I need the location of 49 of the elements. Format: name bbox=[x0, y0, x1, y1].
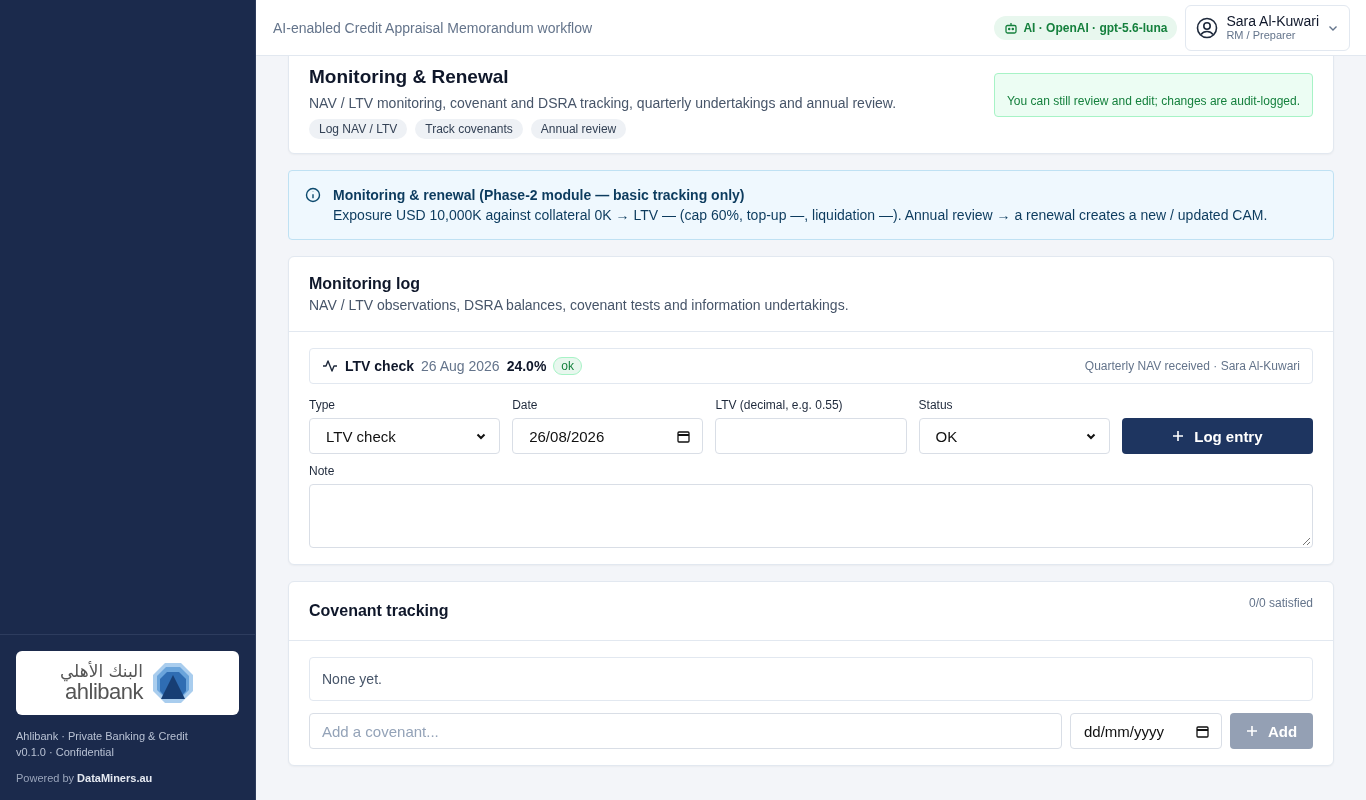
entry-note: Quarterly NAV received · Sara Al-Kuwari bbox=[1084, 359, 1300, 373]
resize-grip-icon bbox=[1303, 538, 1310, 545]
note-field[interactable] bbox=[309, 484, 1313, 548]
robot-icon bbox=[1004, 20, 1019, 35]
logo-wordmark: ahlibank bbox=[65, 681, 144, 703]
empty-state: None yet. bbox=[309, 657, 1313, 701]
version-line: v0.1.0 · Confidential bbox=[16, 745, 115, 760]
info-icon bbox=[305, 187, 321, 203]
user-icon bbox=[1196, 16, 1219, 39]
date-field[interactable]: dd/mm/yyyy bbox=[1070, 713, 1222, 749]
date-field[interactable]: 26/08/2026 bbox=[512, 418, 704, 454]
audit-notice: You can still review and edit; changes are audit-logged. bbox=[993, 73, 1313, 117]
section-title: Monitoring log bbox=[309, 275, 422, 293]
info-title: Monitoring & renewal (Phase-2 module — basic tracking only) bbox=[333, 186, 746, 205]
powered-by-text: Powered by bbox=[16, 772, 75, 784]
calendar-icon bbox=[677, 429, 691, 443]
select-field[interactable]: OK bbox=[918, 418, 1110, 454]
tag-chip: Annual review bbox=[530, 119, 627, 139]
tag-chip: Track covenants bbox=[415, 119, 523, 139]
plus-icon bbox=[1245, 725, 1258, 737]
octagon-logo-icon bbox=[151, 661, 196, 705]
plus-icon bbox=[1172, 430, 1185, 442]
entry-type: LTV check bbox=[345, 358, 414, 374]
tag-chip: Log NAV / LTV bbox=[309, 119, 408, 139]
field-label: Type bbox=[309, 398, 336, 412]
org-line: Ahlibank · Private Banking & Credit bbox=[16, 729, 189, 744]
field-label: Note bbox=[309, 464, 336, 478]
info-text: Exposure USD 10,000K against collateral 0K → LTV — (cap 60%, top-up —, liquidation —). Annual review → a renewal creates a new / updated CAM. bbox=[333, 206, 1268, 225]
select-field[interactable]: LTV check bbox=[309, 418, 501, 454]
field-label: Date bbox=[512, 398, 539, 412]
section-title: Covenant tracking bbox=[309, 602, 449, 620]
log-entry-button[interactable]: Log entry bbox=[1121, 418, 1313, 454]
stage-title: Monitoring & Renewal bbox=[309, 65, 510, 89]
app-subtitle: AI-enabled Credit Appraisal Memorandum workflow bbox=[273, 19, 593, 36]
user-menu-button[interactable]: Sara Al-Kuwari RM / Preparer bbox=[1185, 4, 1350, 51]
calendar-icon bbox=[1196, 724, 1209, 738]
pulse-icon bbox=[322, 358, 338, 374]
ai-model-badge: AI · OpenAI · gpt-5.6-luna bbox=[994, 15, 1178, 40]
section-subtitle: NAV / LTV observations, DSRA balances, covenant tests and information undertakings. bbox=[309, 297, 850, 313]
status-badge: ok bbox=[553, 357, 583, 375]
field-label: LTV (decimal, e.g. 0.55) bbox=[715, 398, 844, 412]
field-label: Status bbox=[918, 398, 954, 412]
logo-arabic-text: البنك الأهلي bbox=[59, 663, 144, 680]
brand-link[interactable]: DataMiners.au bbox=[77, 772, 153, 784]
input-field[interactable] bbox=[715, 418, 907, 454]
entry-date: 26 Aug 2026 bbox=[421, 358, 500, 374]
satisfied-count: 0/0 satisfied bbox=[1248, 596, 1313, 610]
entry-value: 24.0% bbox=[506, 358, 547, 374]
stage-description: NAV / LTV monitoring, covenant and DSRA tracking, quarterly undertakings and annual review. bbox=[309, 95, 897, 111]
